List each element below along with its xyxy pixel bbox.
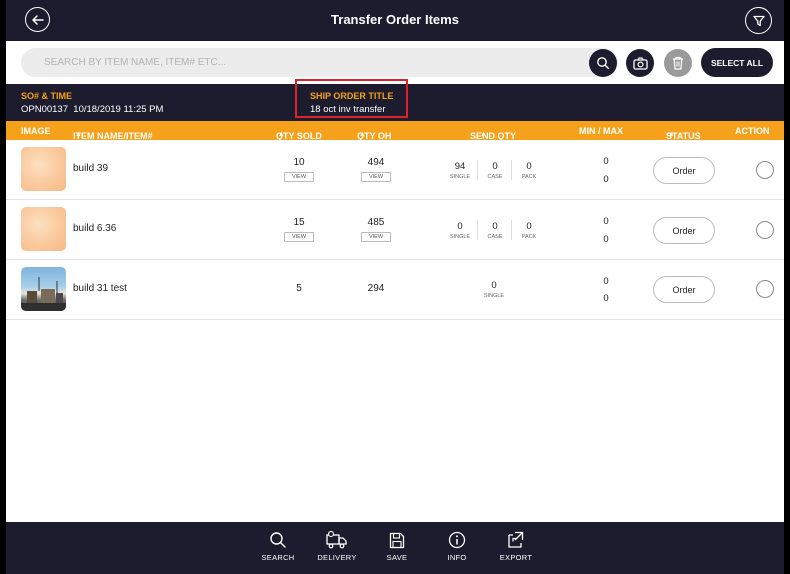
sort-icon: ▲︎ [668, 131, 675, 138]
order-button[interactable]: Order [653, 276, 715, 303]
building-photo [21, 277, 66, 311]
qty-oh: 294 [367, 283, 385, 294]
send-single-label: SINGLE [449, 234, 471, 240]
qty-oh: 485 [367, 217, 385, 228]
col-min-max: MIN / MAX [579, 126, 623, 136]
table-row[interactable]: build 39 10 VIEW 494 VIEW 94 SINGLE 0 CA… [6, 140, 784, 200]
page-title: Transfer Order Items [331, 12, 459, 27]
min-value: 0 [603, 276, 609, 287]
sort-icon: ▲︎ [480, 131, 487, 138]
qty-sold: 10 [293, 157, 305, 168]
max-value: 0 [603, 174, 609, 185]
tab-search[interactable]: SEARCH [253, 529, 303, 562]
send-single-label: SINGLE [483, 293, 505, 299]
item-thumbnail [21, 147, 66, 191]
row-select-radio[interactable] [756, 161, 774, 179]
tab-export[interactable]: EXPORT [491, 529, 541, 562]
divider [511, 160, 512, 180]
search-input[interactable] [21, 48, 618, 77]
tab-delivery[interactable]: DELIVERY [312, 529, 362, 562]
send-pack[interactable]: 0 [516, 161, 542, 172]
divider [511, 220, 512, 240]
qty-oh: 494 [367, 157, 385, 168]
tab-label: INFO [447, 553, 467, 562]
qty-sold-view-button[interactable]: VIEW [284, 232, 314, 242]
app-frame: Transfer Order Items SELECT ALL SO# & TI… [6, 0, 784, 574]
table-row[interactable]: build 31 test 5 294 0 SINGLE 0 0 Order [6, 260, 784, 320]
funnel-icon [752, 15, 765, 26]
send-single[interactable]: 0 [481, 280, 507, 291]
send-pack-label: PACK [521, 234, 537, 240]
search-row: SELECT ALL [6, 41, 784, 84]
so-time-value: OPN00137 10/18/2019 11:25 PM [21, 104, 164, 115]
min-value: 0 [603, 216, 609, 227]
select-all-button[interactable]: SELECT ALL [701, 48, 773, 77]
divider [477, 220, 478, 240]
sort-icon: ▲︎ [75, 131, 82, 138]
tab-info[interactable]: INFO [432, 529, 482, 562]
send-case[interactable]: 0 [482, 161, 508, 172]
max-value: 0 [603, 234, 609, 245]
sort-icon: ▲︎ [359, 131, 366, 138]
col-action: ACTION [735, 126, 770, 136]
truck-icon [326, 531, 347, 549]
search-icon [270, 532, 286, 548]
filter-button[interactable] [745, 7, 772, 34]
tab-label: EXPORT [499, 553, 533, 562]
ship-order-title-label: SHIP ORDER TITLE [310, 91, 394, 101]
divider [477, 160, 478, 180]
order-button[interactable]: Order [653, 157, 715, 184]
row-select-radio[interactable] [756, 280, 774, 298]
trash-icon [673, 56, 683, 70]
min-value: 0 [603, 156, 609, 167]
tab-label: SEARCH [261, 553, 295, 562]
item-name: build 6.36 [73, 223, 117, 234]
item-name: build 31 test [73, 283, 127, 294]
search-button[interactable] [589, 49, 617, 77]
send-single[interactable]: 0 [447, 221, 473, 232]
send-case[interactable]: 0 [482, 221, 508, 232]
send-single-label: SINGLE [449, 174, 471, 180]
send-pack[interactable]: 0 [516, 221, 542, 232]
qty-sold: 15 [293, 217, 305, 228]
bottom-toolbar: SEARCH DELIVERY SAVE INFO EXPORT [6, 522, 784, 574]
qty-oh-view-button[interactable]: VIEW [361, 172, 391, 182]
table-header: IMAGE ITEM NAME/ITEM# ▲︎ QTY SOLD ▲︎ QTY O… [6, 121, 784, 141]
tab-label: DELIVERY [317, 553, 357, 562]
export-icon [508, 531, 524, 548]
camera-button[interactable] [626, 49, 654, 77]
table-row[interactable]: build 6.36 15 VIEW 485 VIEW 0 SINGLE 0 C… [6, 200, 784, 260]
camera-icon [632, 56, 648, 70]
row-select-radio[interactable] [756, 221, 774, 239]
item-name: build 39 [73, 163, 109, 174]
qty-sold: 5 [296, 283, 302, 294]
save-icon [389, 532, 405, 548]
sort-icon: ▲︎ [278, 131, 285, 138]
so-time-label: SO# & TIME [21, 91, 73, 101]
qty-sold-view-button[interactable]: VIEW [284, 172, 314, 182]
top-bar: Transfer Order Items [6, 0, 784, 41]
order-button[interactable]: Order [653, 217, 715, 244]
search-icon [597, 57, 610, 70]
send-pack-label: PACK [521, 174, 537, 180]
send-case-label: CASE [487, 234, 503, 240]
tab-label: SAVE [386, 553, 408, 562]
send-case-label: CASE [487, 174, 503, 180]
ship-order-title-value: 18 oct inv transfer [310, 104, 386, 115]
info-icon [448, 531, 466, 549]
tab-save[interactable]: SAVE [372, 529, 422, 562]
delete-button[interactable] [664, 49, 692, 77]
qty-oh-view-button[interactable]: VIEW [361, 232, 391, 242]
item-thumbnail [21, 267, 66, 311]
order-info-bar: SO# & TIME OPN00137 10/18/2019 11:25 PM … [6, 79, 784, 121]
item-thumbnail [21, 207, 66, 251]
col-image: IMAGE [21, 126, 51, 136]
max-value: 0 [603, 293, 609, 304]
send-single[interactable]: 94 [447, 161, 473, 172]
